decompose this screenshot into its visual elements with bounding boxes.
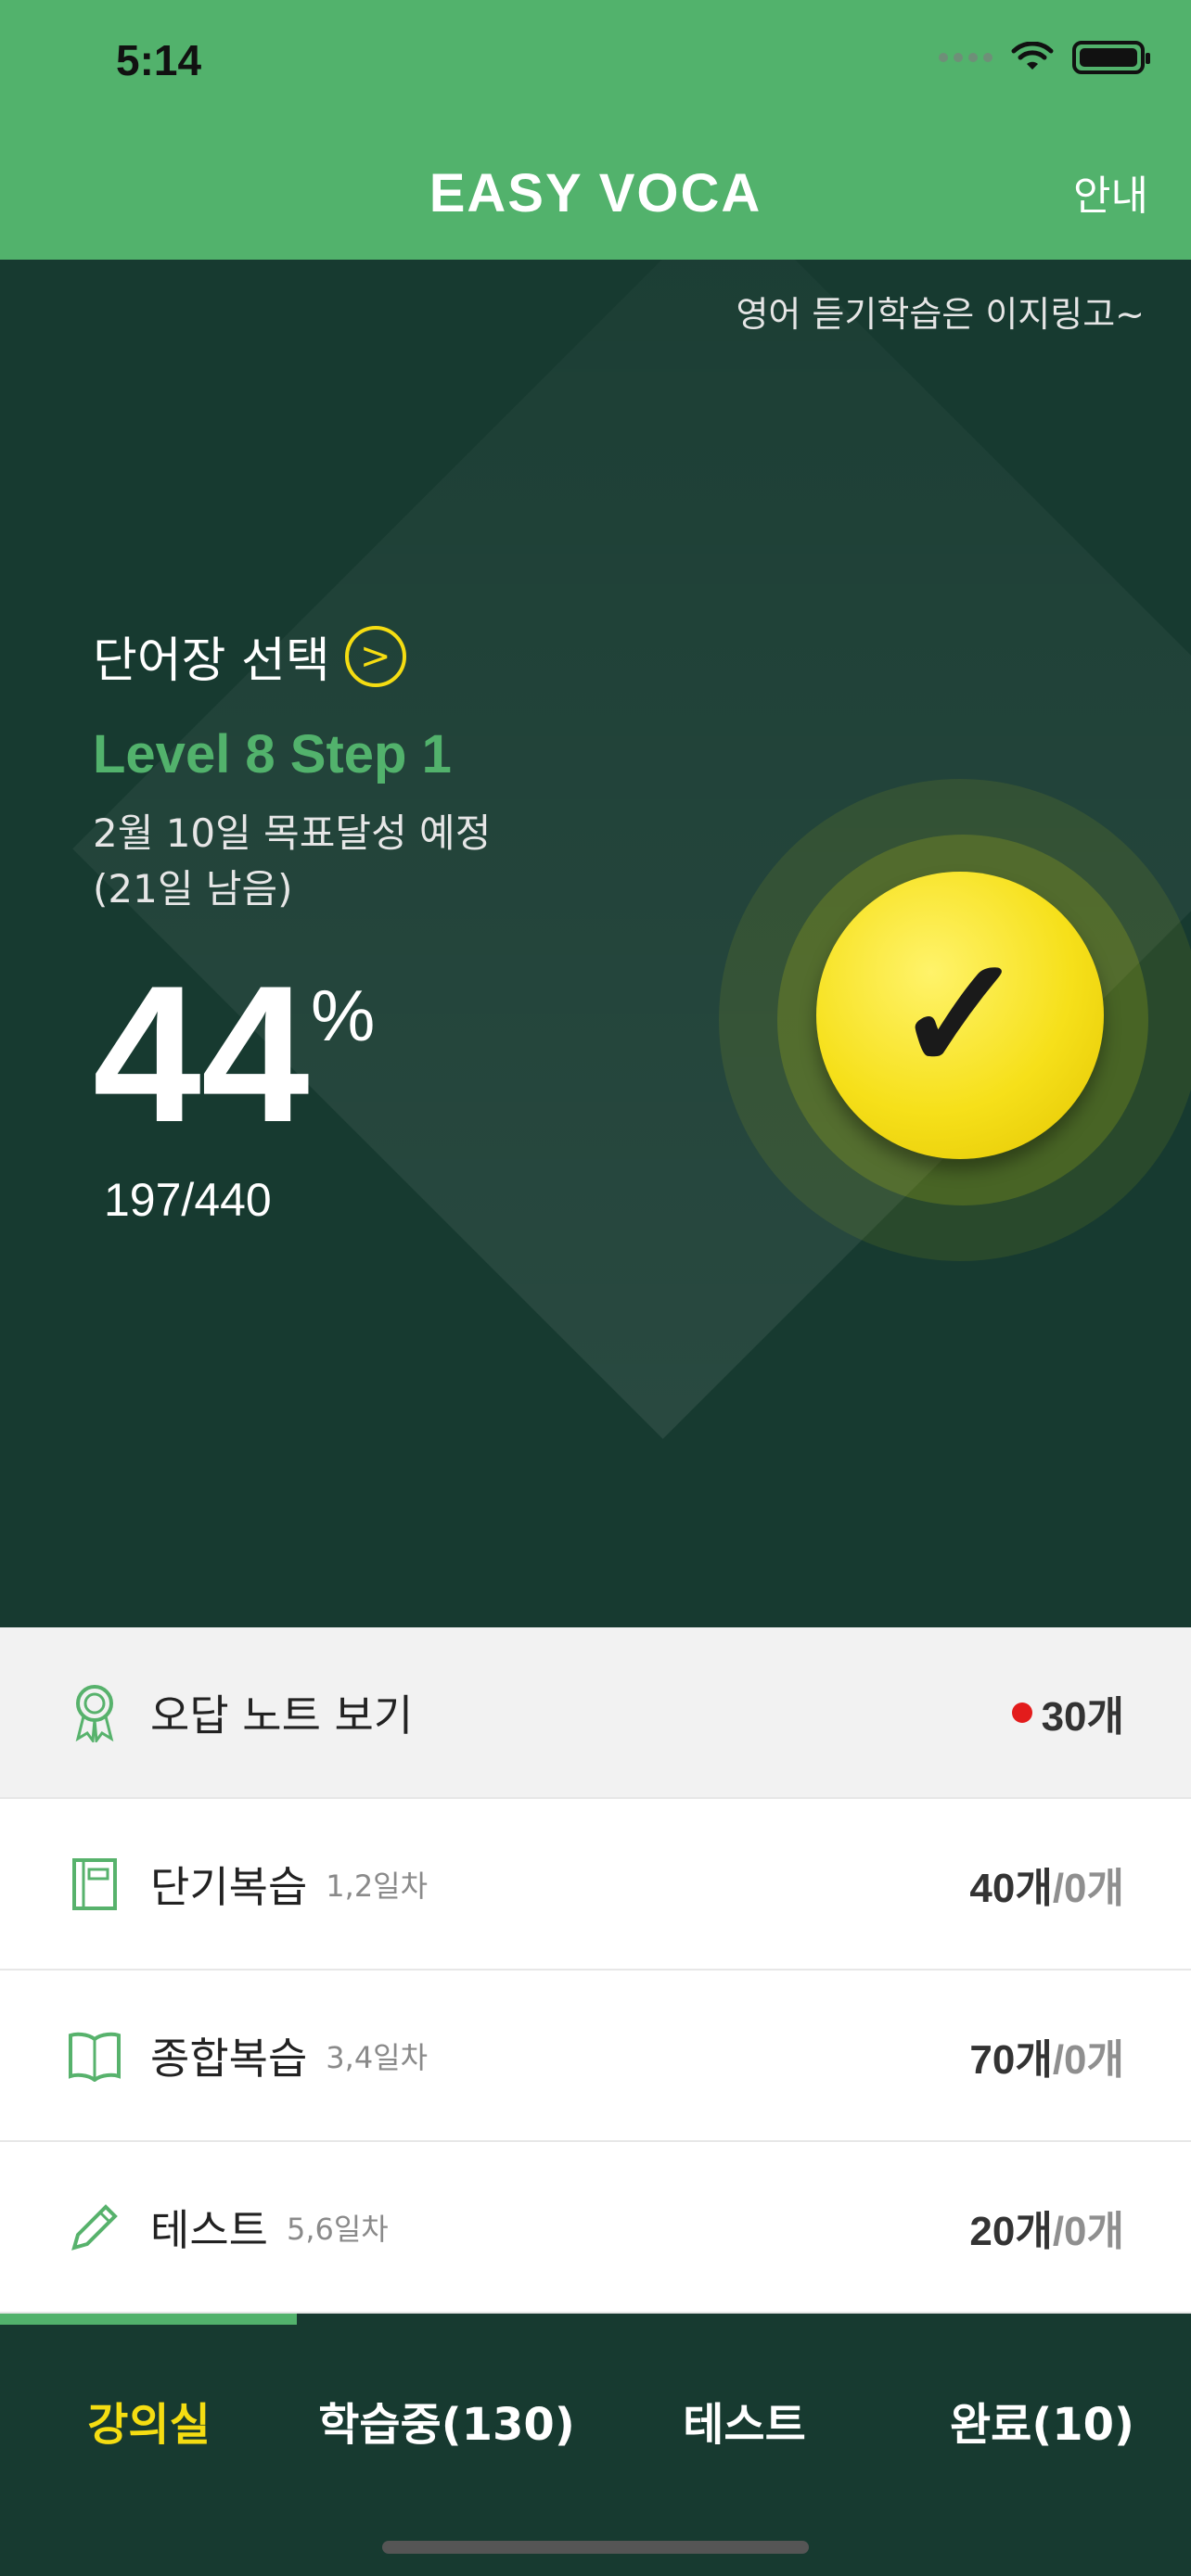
hero-panel: 영어 듣기학습은 이지링고~ 단어장 선택 > Level 8 Step 1 2… <box>0 260 1191 1627</box>
wordbook-select-button[interactable]: 단어장 선택 > <box>93 621 406 691</box>
new-badge-dot <box>1011 1702 1032 1723</box>
tabs: 강의실 학습중(130) 테스트 완료(10) <box>0 2388 1191 2453</box>
progress-count: 197/440 <box>104 1174 272 1226</box>
item-title: 테스트 <box>150 2204 268 2255</box>
item-title: 종합복습 <box>150 2033 308 2084</box>
bottom-tab-bar: 강의실 학습중(130) 테스트 완료(10) <box>0 2314 1191 2576</box>
list-item-wrong-notes[interactable]: 오답 노트 보기 30개 <box>0 1627 1191 1799</box>
tab-indicator <box>0 2314 297 2325</box>
tab-in-progress[interactable]: 학습중(130) <box>298 2388 596 2453</box>
checkmark-icon: ✓ <box>893 927 1027 1103</box>
top-header: 5:14 EASY VOCA 안내 <box>0 0 1191 260</box>
list-item-short-review[interactable]: 단기복습 1,2일차 40개/0개 <box>0 1799 1191 1970</box>
list-item-test[interactable]: 테스트 5,6일차 20개/0개 <box>0 2142 1191 2314</box>
item-subtitle: 3,4일차 <box>326 2039 429 2075</box>
item-subtitle: 5,6일차 <box>286 2211 389 2247</box>
slogan: 영어 듣기학습은 이지링고~ <box>736 294 1145 335</box>
notebook-icon <box>67 1856 122 1912</box>
percent-sign: % <box>311 975 376 1056</box>
level-step: Level 8 Step 1 <box>93 724 452 784</box>
days-left: (21일 남음) <box>93 866 293 912</box>
signal-dots-icon <box>939 53 992 62</box>
tab-test[interactable]: 테스트 <box>596 2388 893 2453</box>
item-subtitle: 1,2일차 <box>326 1868 429 1904</box>
goal-date: 2월 10일 목표달성 예정 <box>93 810 492 856</box>
battery-icon <box>1072 41 1150 74</box>
home-indicator <box>382 2541 809 2554</box>
list-item-full-review[interactable]: 종합복습 3,4일차 70개/0개 <box>0 1970 1191 2142</box>
tab-classroom[interactable]: 강의실 <box>0 2388 298 2453</box>
item-count: 20개/0개 <box>969 2208 1124 2254</box>
item-count: 30개 <box>1011 1683 1124 1742</box>
pencil-icon <box>67 2200 122 2255</box>
study-menu-list: 오답 노트 보기 30개 단기복습 1,2일차 40개/0개 종합복습 3,4일… <box>0 1627 1191 2314</box>
status-time: 5:14 <box>116 36 202 84</box>
app-brand: EASY VOCA <box>429 163 762 223</box>
wordbook-select-label: 단어장 선택 <box>93 633 330 689</box>
award-icon <box>67 1684 122 1742</box>
item-title: 단기복습 <box>150 1861 308 1912</box>
item-title: 오답 노트 보기 <box>150 1690 414 1741</box>
item-count: 40개/0개 <box>969 1865 1124 1911</box>
status-icons <box>939 41 1150 74</box>
chevron-right-icon: > <box>344 625 406 687</box>
progress-percent: 44 <box>93 945 310 1163</box>
start-study-button[interactable]: ✓ <box>816 872 1104 1159</box>
item-count: 70개/0개 <box>969 2036 1124 2083</box>
tab-completed[interactable]: 완료(10) <box>893 2388 1191 2453</box>
open-book-icon <box>67 2028 122 2084</box>
wifi-icon <box>1011 42 1054 70</box>
guide-button[interactable]: 안내 <box>1073 162 1148 222</box>
